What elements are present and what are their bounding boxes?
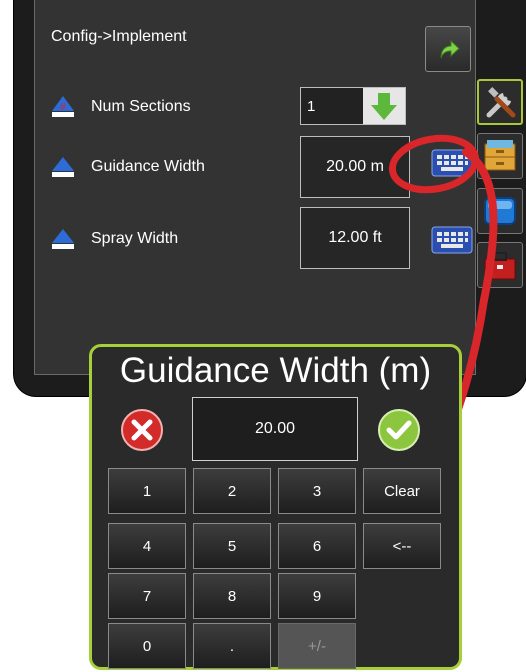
keypad-key[interactable]: 4	[108, 523, 186, 569]
keypad-key[interactable]: 2	[193, 468, 271, 514]
keypad-popup: Guidance Width (m) 20.00 1 2 3 Clear 4 5 6 <-- 7…	[89, 344, 462, 670]
cancel-x-icon[interactable]	[120, 408, 164, 452]
keypad-key[interactable]: 9	[278, 573, 356, 619]
keypad-title: Guidance Width (m)	[119, 351, 432, 390]
keypad-key[interactable]: Clear	[363, 468, 441, 514]
keypad-key[interactable]: 0	[108, 623, 186, 669]
keypad-key[interactable]: <--	[363, 523, 441, 569]
keypad-value-field[interactable]: 20.00	[192, 397, 358, 461]
keypad-key[interactable]: 6	[278, 523, 356, 569]
checkmark-icon[interactable]	[377, 408, 421, 452]
keypad-key[interactable]: 7	[108, 573, 186, 619]
keypad-key[interactable]: 8	[193, 573, 271, 619]
keypad-key: +/-	[278, 623, 356, 669]
keypad-key[interactable]: 5	[193, 523, 271, 569]
keypad-key[interactable]: .	[193, 623, 271, 669]
keypad-key[interactable]: 3	[278, 468, 356, 514]
keypad-key[interactable]: 1	[108, 468, 186, 514]
